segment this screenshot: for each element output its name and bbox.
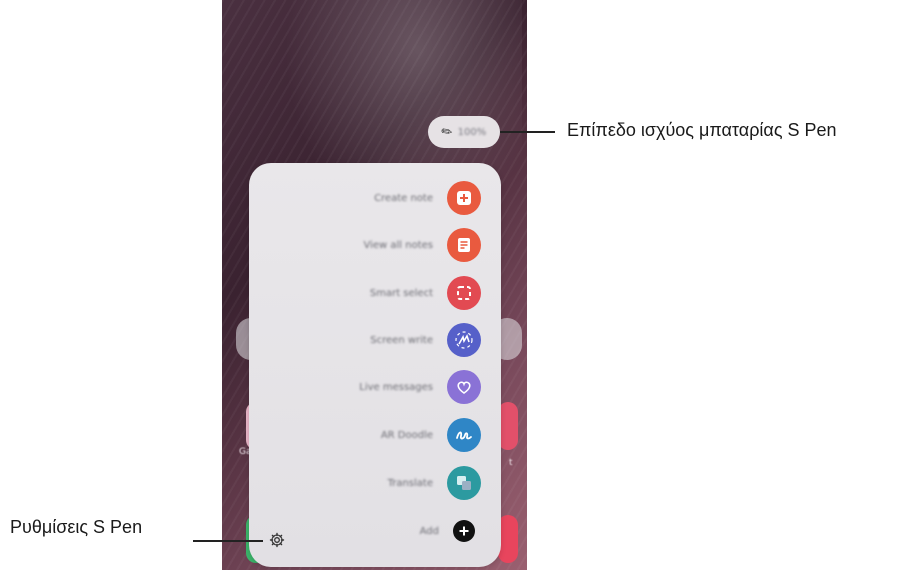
- screen-write-icon: [447, 323, 481, 357]
- live-messages-icon: [447, 370, 481, 404]
- menu-item-view-all-notes[interactable]: View all notes: [363, 226, 481, 264]
- menu-item-screen-write[interactable]: Screen write: [370, 321, 481, 359]
- callout-line-settings: [193, 540, 263, 542]
- translate-icon: [447, 466, 481, 500]
- menu-item-label: Translate: [387, 477, 433, 489]
- menu-item-ar-doodle[interactable]: AR Doodle: [381, 416, 481, 454]
- menu-item-label: AR Doodle: [380, 429, 433, 441]
- create-note-icon: [447, 181, 481, 215]
- gear-icon[interactable]: [269, 532, 285, 548]
- view-notes-icon: [447, 228, 481, 262]
- smart-select-icon: [447, 276, 481, 310]
- callout-settings-label: Ρυθμίσεις S Pen: [10, 517, 143, 537]
- menu-item-label: View all notes: [363, 239, 433, 251]
- dock-app-right[interactable]: [498, 515, 518, 563]
- menu-item-label: Smart select: [369, 287, 433, 299]
- menu-item-label: Screen write: [370, 334, 433, 346]
- air-command-panel: Create note View all notes Smart select …: [249, 163, 501, 567]
- spen-icon: ✎: [438, 122, 456, 142]
- callout-battery-label: Επίπεδο ισχύος μπαταρίας S Pen: [567, 120, 837, 140]
- callout-line-battery: [500, 131, 555, 133]
- spen-battery-indicator: ✎ 100%: [428, 116, 500, 148]
- menu-item-create-note[interactable]: Create note: [374, 179, 481, 217]
- menu-item-label: Create note: [374, 192, 433, 204]
- add-icon: [453, 520, 475, 542]
- ar-doodle-icon: [447, 418, 481, 452]
- menu-item-label: Add: [419, 525, 439, 537]
- battery-level: 100%: [457, 126, 487, 138]
- menu-item-label: Live messages: [359, 381, 433, 393]
- app-label-right: t: [509, 458, 513, 468]
- app-icon-right[interactable]: [498, 402, 518, 450]
- menu-item-translate[interactable]: Translate: [388, 464, 481, 502]
- menu-item-add[interactable]: Add: [420, 512, 481, 550]
- menu-item-smart-select[interactable]: Smart select: [370, 274, 481, 312]
- menu-item-live-messages[interactable]: Live messages: [359, 368, 481, 406]
